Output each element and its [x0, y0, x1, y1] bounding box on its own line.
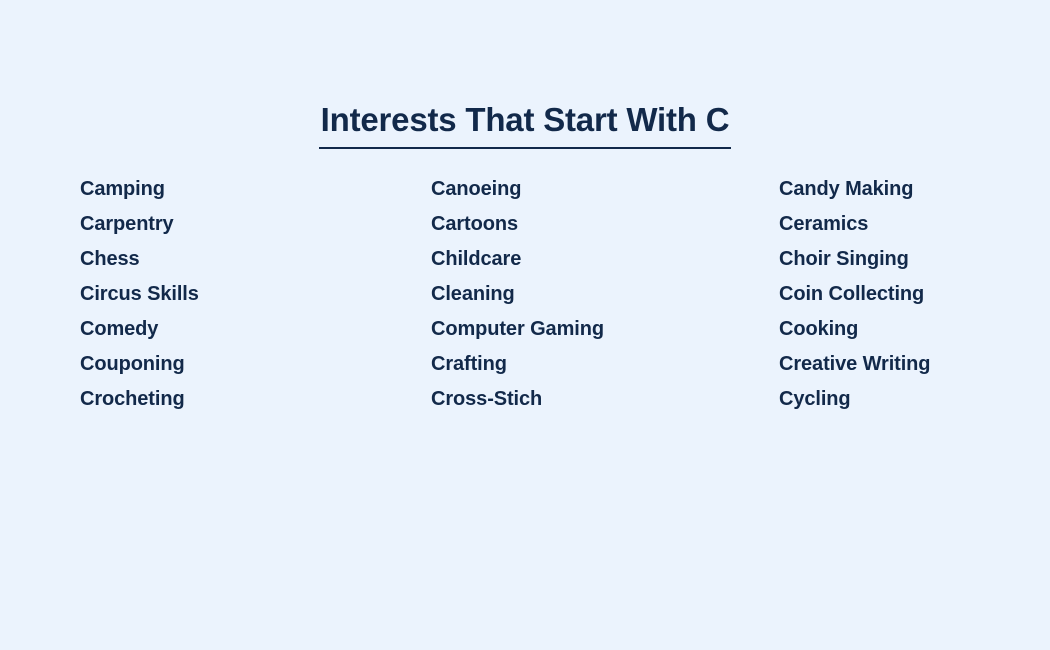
- list-item: Cycling: [779, 388, 851, 410]
- list-item: Crafting: [431, 353, 507, 375]
- interests-column-2: Canoeing Cartoons Childcare Cleaning Com…: [431, 172, 779, 417]
- list-item: Choir Singing: [779, 248, 909, 270]
- page-title: Interests That Start With C: [318, 100, 732, 150]
- list-item: Circus Skills: [80, 283, 199, 305]
- list-item: Cross-Stich: [431, 388, 543, 410]
- list-item: Coin Collecting: [779, 283, 925, 305]
- list-item: Computer Gaming: [431, 318, 604, 340]
- list-item: Comedy: [80, 318, 159, 340]
- list-item: Candy Making: [779, 178, 914, 200]
- list-item: Ceramics: [779, 213, 869, 235]
- page-root: Interests That Start With C Camping Carp…: [0, 0, 1050, 650]
- interests-list: Camping Carpentry Chess Circus Skills Co…: [80, 172, 970, 417]
- interests-column-3: Candy Making Ceramics Choir Singing Coin…: [779, 172, 970, 417]
- list-item: Cooking: [779, 318, 859, 340]
- list-item: Cleaning: [431, 283, 515, 305]
- list-item: Creative Writing: [779, 353, 931, 375]
- page-title-container: Interests That Start With C: [0, 78, 1050, 171]
- list-item: Canoeing: [431, 178, 522, 200]
- list-item: Cartoons: [431, 213, 518, 235]
- list-item: Camping: [80, 178, 165, 200]
- list-item: Carpentry: [80, 213, 174, 235]
- interests-column-1: Camping Carpentry Chess Circus Skills Co…: [80, 172, 431, 417]
- list-item: Childcare: [431, 248, 522, 270]
- list-item: Couponing: [80, 353, 185, 375]
- list-item: Chess: [80, 248, 140, 270]
- list-item: Crocheting: [80, 388, 185, 410]
